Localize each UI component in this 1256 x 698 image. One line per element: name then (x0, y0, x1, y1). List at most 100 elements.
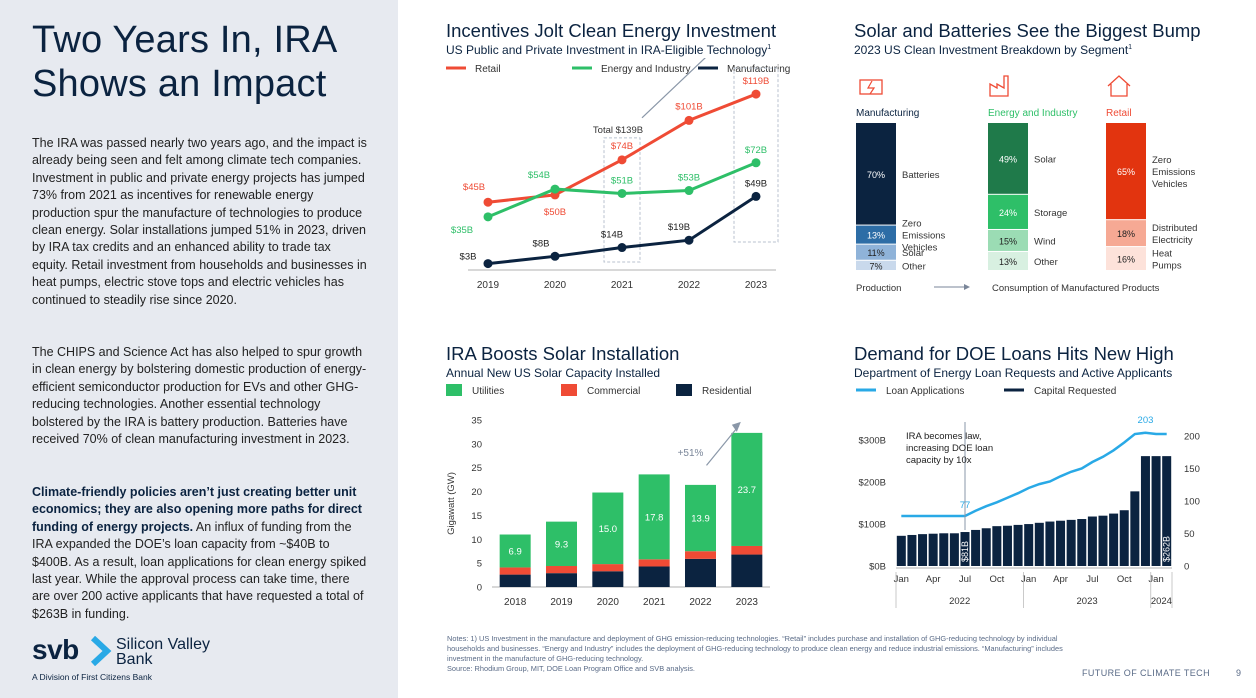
x-tick-2018: 2018 (504, 597, 527, 608)
left-tick-0: $0B (869, 562, 886, 573)
bar-label-2021: 17.8 (645, 512, 664, 523)
series-0-label-0: $45B (463, 182, 485, 193)
segment-label-word: Zero (1152, 155, 1172, 166)
y-tick-25: 25 (471, 463, 482, 474)
chart3-title: IRA Boosts Solar Installation (446, 343, 680, 364)
legend-label-0: Loan Applications (886, 386, 964, 397)
series-1-label-0: $35B (451, 225, 473, 236)
series-2-point-3 (684, 235, 694, 245)
capital-bar-8 (981, 528, 991, 566)
bar-2020-commercial (592, 564, 624, 572)
capital-bar-18 (1087, 516, 1097, 566)
chart4-subtitle: Department of Energy Loan Requests and A… (854, 366, 1173, 380)
series-0-label-1: $50B (544, 207, 566, 218)
year-label-2024: 2024 (1151, 596, 1172, 607)
consumption-label: Consumption of Manufactured Products (992, 283, 1160, 294)
chart4-title: Demand for DOE Loans Hits New High (854, 343, 1174, 364)
capital-bar-3 (928, 533, 938, 566)
capital-bar-10 (1002, 525, 1012, 566)
segment-1-label-3: Other (1034, 257, 1058, 268)
segment-label-word: Solar (1034, 154, 1056, 165)
right-tick-1: 50 (1184, 529, 1195, 540)
funding-paragraph: Climate-friendly policies aren’t just cr… (32, 484, 368, 623)
series-0-label-2: $74B (611, 141, 633, 152)
capital-bar-19 (1098, 515, 1108, 566)
y-axis-label: Gigawatt (GW) (446, 472, 457, 535)
bar-2021-commercial (638, 559, 670, 567)
legend-swatch-Utilities (446, 384, 462, 396)
segment-name-2: Retail (1106, 108, 1132, 119)
funding-paragraph-rest: An influx of funding from the IRA expand… (32, 519, 367, 621)
legend-label-1: Energy and Industry (601, 64, 691, 75)
series-0-label-4: $119B (743, 76, 770, 87)
series-0-point-4 (751, 89, 761, 99)
series-2-label-0: $3B (460, 252, 477, 263)
chart1-investment-line-chart: Retail Energy and Industry Manufacturing To… (446, 58, 790, 291)
y-tick-15: 15 (471, 511, 482, 522)
right-tick-2: 100 (1184, 497, 1200, 508)
segment-1-value-1: 24% (999, 208, 1017, 218)
segment-0-value-3: 7% (869, 261, 882, 271)
legend-label-1: Capital Requested (1034, 386, 1116, 397)
chevron-logo-icon (90, 636, 112, 666)
segment-0-label-0: Batteries (902, 170, 940, 181)
series-2-label-4: $49B (745, 178, 767, 189)
notes-text: Notes: 1) US Investment in the manufactu… (447, 634, 1063, 663)
series-1-point-3 (684, 186, 694, 196)
segment-1-value-0: 49% (999, 154, 1017, 164)
segment-0-value-0: 70% (867, 170, 885, 180)
footer-label: FUTURE OF CLIMATE TECH (1082, 668, 1210, 678)
segment-label-word: Emissions (902, 231, 946, 242)
y-tick-20: 20 (471, 487, 482, 498)
legend-label-2: Manufacturing (727, 64, 790, 75)
segment-name-1: Energy and Industry (988, 108, 1078, 119)
month-tick-6: Jul (1086, 574, 1098, 585)
ira-annotation: IRA becomes law, increasing DOE loan capac… (906, 431, 993, 466)
series-2-label-1: $8B (533, 238, 550, 249)
capital-bar-22 (1130, 491, 1140, 566)
segment-2-value-1: 18% (1117, 229, 1135, 239)
right-tick-0: 0 (1184, 562, 1189, 573)
x-tick-2023: 2023 (745, 280, 768, 291)
left-tick-3: $300B (859, 436, 886, 447)
bar-label-2020: 15.0 (599, 524, 618, 535)
chart2-subtitle: 2023 US Clean Investment Breakdown by Se… (854, 43, 1132, 57)
segment-label-word: Heat (1152, 249, 1172, 260)
bar-2022-residential (685, 558, 716, 587)
x-tick-2023: 2023 (736, 597, 759, 608)
capital-bar-20 (1109, 513, 1119, 566)
capital-bar-14 (1045, 521, 1055, 566)
bar-label-2023: 23.7 (738, 485, 757, 496)
intro-paragraph: The IRA was passed nearly two years ago,… (32, 136, 367, 307)
logo-mark: svb (32, 634, 79, 665)
bar-label-2022: 13.9 (691, 514, 710, 525)
segment-label-word: Other (902, 261, 926, 272)
series-1-label-4: $72B (745, 145, 767, 156)
capital-bar-16 (1066, 519, 1076, 566)
x-tick-2019: 2019 (477, 280, 500, 291)
x-tick-2022: 2022 (678, 280, 701, 291)
total-2021-label: Total $139B (593, 125, 643, 136)
series-1-label-1: $54B (528, 170, 550, 181)
capital-bar-23 (1140, 456, 1150, 566)
legend-label-Utilities: Utilities (472, 386, 504, 397)
svb-logo: svb Silicon Valley Bank A Division of Fir… (32, 634, 272, 684)
capital-bar-7 (971, 529, 981, 566)
x-tick-2019: 2019 (550, 597, 573, 608)
right-tick-4: 200 (1184, 432, 1200, 443)
segment-label-word: Distributed (1152, 223, 1197, 234)
capital-bar-9 (992, 526, 1002, 566)
page-number: 9 (1236, 668, 1242, 678)
bar-2023-commercial (731, 545, 763, 555)
source-text: Source: Rhodium Group, MIT, DOE Loan Pro… (447, 664, 695, 673)
segment-label-word: Other (1034, 257, 1058, 268)
x-tick-2022: 2022 (689, 597, 712, 608)
segment-1-value-3: 13% (999, 257, 1017, 267)
chart2-subtitle-text: 2023 US Clean Investment Breakdown by Se… (854, 43, 1129, 57)
segment-1-label-1: Storage (1034, 208, 1067, 219)
series-2-label-3: $19B (668, 222, 690, 233)
bar-2018-residential (499, 574, 531, 587)
series-1-label-2: $51B (611, 175, 633, 186)
ira-annotation-line-text: IRA becomes law, (906, 431, 982, 442)
series-0-label-3: $101B (675, 101, 702, 112)
